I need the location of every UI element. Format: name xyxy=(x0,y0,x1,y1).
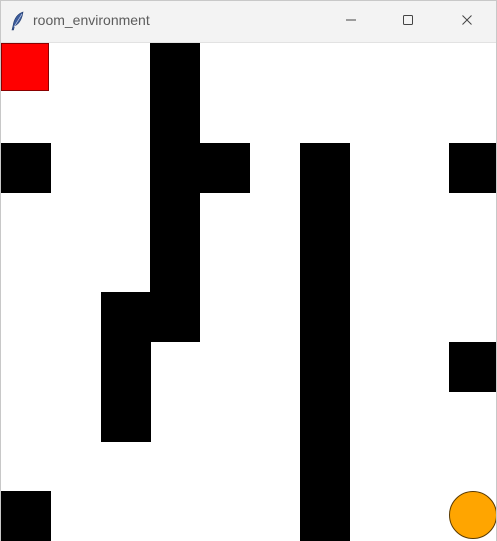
wall-cell xyxy=(1,491,51,541)
environment-canvas xyxy=(1,43,496,541)
minimize-button[interactable] xyxy=(328,1,374,42)
close-icon xyxy=(461,13,473,31)
wall-cell xyxy=(150,242,201,293)
wall-cell xyxy=(200,142,251,193)
minimize-icon xyxy=(345,13,357,31)
goal-marker xyxy=(449,491,496,540)
wall-cell xyxy=(150,292,201,342)
wall-cell xyxy=(299,441,350,492)
wall-cell xyxy=(150,92,201,143)
wall-cell xyxy=(100,292,151,342)
wall-cell xyxy=(1,142,51,193)
wall-cell xyxy=(100,391,151,442)
wall-cell xyxy=(449,142,496,193)
wall-cell xyxy=(299,491,350,541)
wall-cell xyxy=(299,341,350,392)
wall-cell xyxy=(299,391,350,442)
maximize-button[interactable] xyxy=(385,1,431,42)
agent-marker xyxy=(1,43,49,91)
wall-cell xyxy=(299,192,350,243)
wall-cell xyxy=(100,341,151,392)
title-bar[interactable]: room_environment xyxy=(1,1,496,43)
wall-cell xyxy=(299,142,350,193)
maximize-icon xyxy=(402,13,414,31)
app-window: room_environment xyxy=(0,0,497,541)
wall-cell xyxy=(150,43,201,93)
wall-cell xyxy=(150,142,201,193)
wall-cell xyxy=(150,192,201,243)
wall-cell xyxy=(449,341,496,392)
window-title: room_environment xyxy=(33,12,150,28)
close-button[interactable] xyxy=(444,1,490,42)
feather-icon xyxy=(11,11,25,31)
wall-cell xyxy=(299,242,350,293)
wall-cell xyxy=(299,292,350,342)
